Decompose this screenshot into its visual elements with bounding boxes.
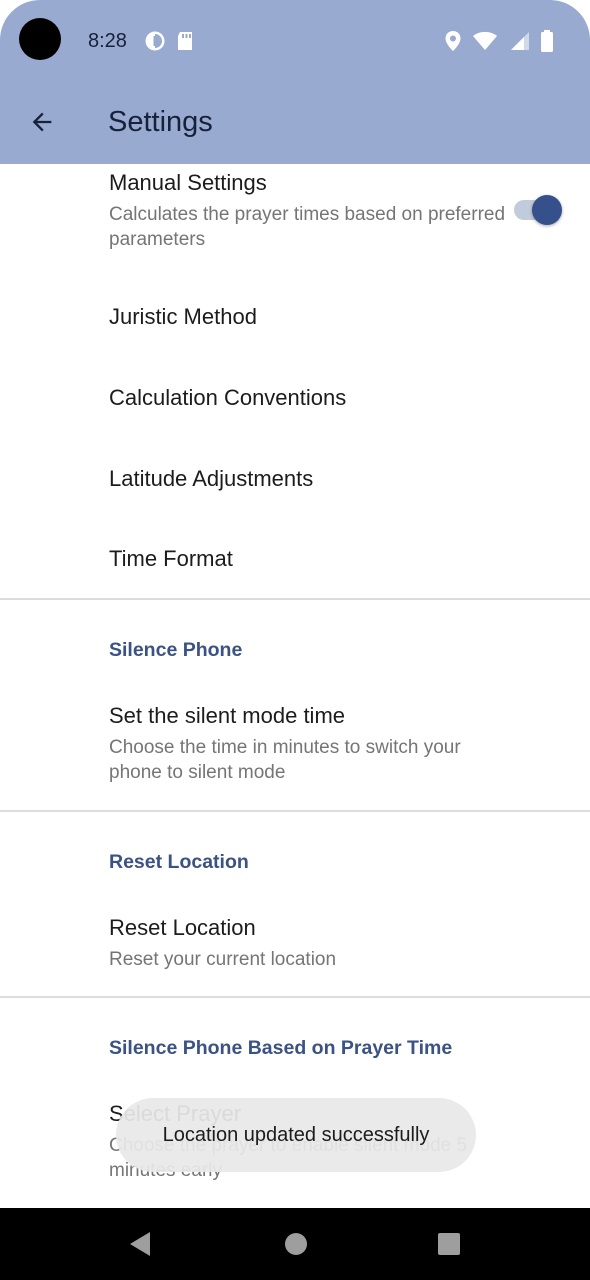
pref-title: Latitude Adjustments xyxy=(109,466,314,491)
toggle-thumb xyxy=(532,195,562,225)
status-bar: 8:28 xyxy=(0,0,590,84)
pref-summary: Reset your current location xyxy=(109,949,337,970)
nav-back-icon[interactable] xyxy=(128,1230,154,1263)
pref-summary: Choose the time in minutes to switch you… xyxy=(109,737,461,783)
battery-icon xyxy=(540,30,554,52)
pref-title: Calculation Conventions xyxy=(109,385,347,410)
section-header-silence-phone: Silence Phone xyxy=(109,639,243,661)
signal-icon xyxy=(508,31,530,51)
manual-settings-toggle[interactable] xyxy=(512,194,564,226)
toast-text: Location updated successfully xyxy=(162,1123,430,1146)
front-camera-cutout xyxy=(19,18,61,60)
section-header-silence-by-prayer: Silence Phone Based on Prayer Time xyxy=(109,1037,453,1059)
divider xyxy=(0,598,590,600)
arrow-back-icon xyxy=(28,108,56,141)
pref-reset-location[interactable]: Reset Location Reset your current locati… xyxy=(0,896,590,986)
status-notification-icons xyxy=(144,30,194,52)
toast-message: Location updated successfully xyxy=(116,1098,476,1172)
pref-summary: Calculates the prayer times based on pre… xyxy=(109,204,506,250)
pref-title: Reset Location xyxy=(109,915,256,940)
back-button[interactable] xyxy=(20,104,64,144)
app-bar: Settings xyxy=(0,84,590,164)
pref-latitude-adjustments[interactable]: Latitude Adjustments xyxy=(0,437,590,517)
divider xyxy=(0,996,590,998)
status-time: 8:28 xyxy=(88,30,127,52)
system-nav-bar xyxy=(0,1208,590,1280)
location-icon xyxy=(444,30,462,52)
data-saver-icon xyxy=(144,30,166,52)
nav-home-icon[interactable] xyxy=(284,1230,308,1263)
pref-title: Manual Settings xyxy=(109,170,267,195)
nav-recents-icon[interactable] xyxy=(437,1230,461,1263)
sd-card-icon xyxy=(176,31,194,51)
settings-list: Manual Settings Calculates the prayer ti… xyxy=(0,164,590,1208)
pref-title: Time Format xyxy=(109,546,233,571)
pref-title: Juristic Method xyxy=(109,304,257,329)
page-title: Settings xyxy=(108,106,213,138)
pref-silent-mode-time[interactable]: Set the silent mode time Choose the time… xyxy=(0,684,590,794)
pref-manual-settings[interactable]: Manual Settings Calculates the prayer ti… xyxy=(0,164,590,264)
divider xyxy=(0,810,590,812)
pref-title: Set the silent mode time xyxy=(109,703,346,728)
status-system-icons xyxy=(444,30,554,52)
section-header-reset-location: Reset Location xyxy=(109,851,249,873)
pref-time-format[interactable]: Time Format xyxy=(0,517,590,597)
wifi-icon xyxy=(472,31,498,51)
pref-calculation-conventions[interactable]: Calculation Conventions xyxy=(0,357,590,437)
pref-juristic-method[interactable]: Juristic Method xyxy=(0,276,590,356)
